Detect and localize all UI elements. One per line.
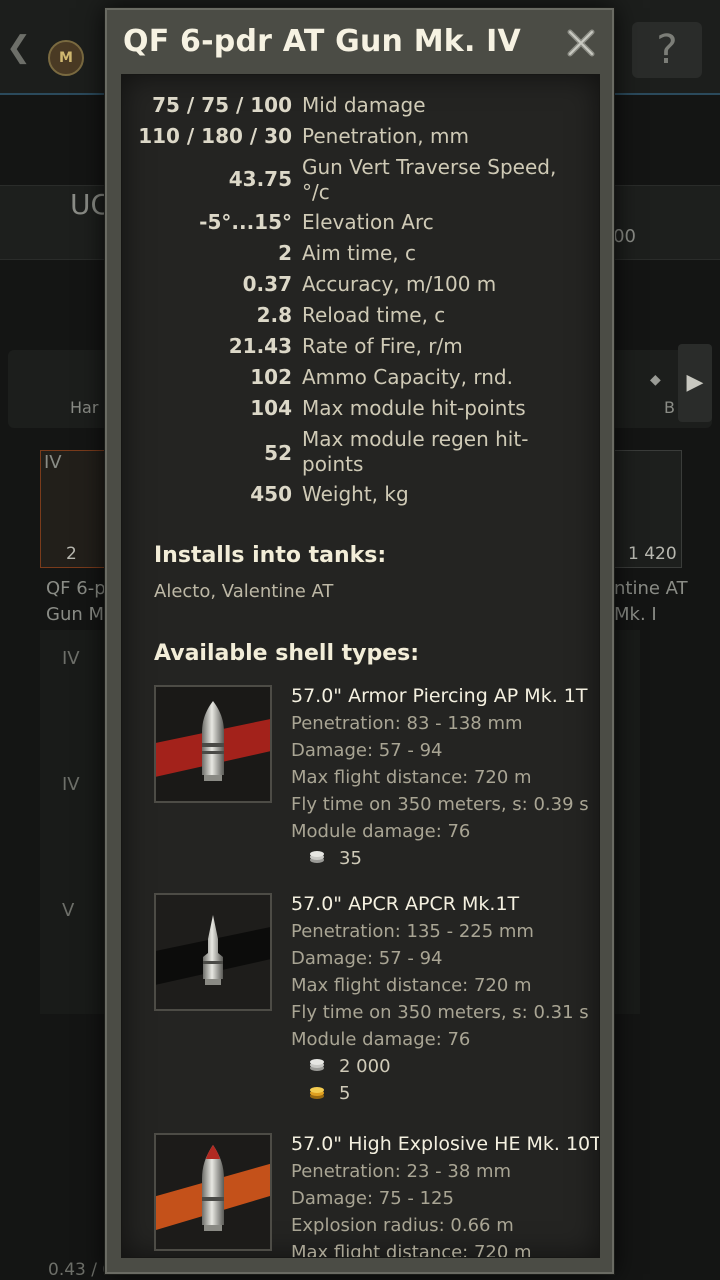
- tab-hangar[interactable]: Har: [70, 398, 98, 417]
- stat-label: Mid damage: [302, 93, 426, 117]
- shell-stat-line: Penetration: 23 - 38 mm: [291, 1161, 512, 1182]
- stat-value: 21.43: [228, 334, 292, 358]
- mastery-badge-icon: M: [48, 40, 84, 76]
- diamond-icon: ◆: [650, 372, 661, 388]
- gold-price: 5: [339, 1083, 351, 1104]
- stat-label: Rate of Fire, r/m: [302, 334, 463, 358]
- stat-value: 2.8: [256, 303, 292, 327]
- shell-stat-line: Max flight distance: 720 m: [291, 975, 532, 996]
- shell-title: 57.0" Armor Piercing AP Mk. 1T: [291, 685, 588, 707]
- silver-price: 35: [339, 848, 362, 869]
- shell-stat-line: Damage: 57 - 94: [291, 948, 443, 969]
- stat-label: Max module hit-points: [302, 396, 526, 420]
- installs-heading: Installs into tanks:: [154, 543, 387, 568]
- shell-stat-line: Max flight distance: 720 m: [291, 767, 532, 788]
- stat-value: 52: [264, 441, 292, 465]
- stat-value: 43.75: [228, 167, 292, 191]
- list-item-tier: V: [62, 900, 75, 921]
- stat-value: 0.37: [242, 272, 292, 296]
- stat-label: Ammo Capacity, rnd.: [302, 365, 513, 389]
- he-shell-icon: [154, 1133, 272, 1251]
- shell-stat-line: Damage: 75 - 125: [291, 1188, 454, 1209]
- apcr-shell-icon: [154, 893, 272, 1011]
- shell-stat-line: Fly time on 350 meters, s: 0.39 s: [291, 794, 589, 815]
- module-card-price-left: 2: [66, 544, 77, 564]
- stat-value: 75 / 75 / 100: [152, 93, 292, 117]
- shell-price-gold: 5: [309, 1083, 350, 1105]
- module-name-line: Mk. I: [614, 604, 657, 625]
- tab-right[interactable]: B: [664, 398, 675, 417]
- stat-label: Weight, kg: [302, 482, 409, 506]
- installs-tank-list: Alecto, Valentine AT: [154, 581, 334, 602]
- shell-stat-line: Explosion radius: 0.66 m: [291, 1215, 514, 1236]
- stat-value: -5°...15°: [199, 210, 292, 234]
- module-card-price-right: 1 420: [628, 544, 677, 564]
- tank-right-value: 00: [613, 226, 636, 247]
- shell-price-silver: 35: [309, 848, 362, 870]
- silver-coin-icon: [309, 849, 325, 870]
- dialog-title: QF 6-pdr AT Gun Mk. IV: [123, 24, 521, 59]
- stat-value: 102: [250, 365, 292, 389]
- shell-price-silver: 2 000: [309, 1056, 391, 1078]
- stat-label: Elevation Arc: [302, 210, 434, 234]
- shell-title: 57.0" APCR APCR Mk.1T: [291, 893, 520, 915]
- stat-label: Accuracy, m/100 m: [302, 272, 497, 296]
- shells-heading: Available shell types:: [154, 641, 420, 666]
- stat-value: 2: [278, 241, 292, 265]
- stat-label: Aim time, c: [302, 241, 416, 265]
- module-card-tier: IV: [44, 452, 62, 473]
- shell-stat-line: Module damage: 76: [291, 821, 471, 842]
- module-card-name-right: ntine AT Mk. I: [614, 576, 688, 628]
- dialog-body[interactable]: 75 / 75 / 100 Mid damage 110 / 180 / 30 …: [121, 74, 600, 1258]
- module-name-line: QF 6-p: [46, 578, 106, 599]
- silver-coin-icon: [309, 1057, 325, 1078]
- stat-label: Max module regen hit-points: [302, 427, 529, 476]
- tabs-next-arrow-icon[interactable]: ▶: [678, 344, 712, 422]
- shell-stat-line: Penetration: 83 - 138 mm: [291, 713, 523, 734]
- silver-price: 2 000: [339, 1056, 391, 1077]
- stat-label: Gun Vert Traverse Speed, °/c: [302, 155, 557, 204]
- shell-stat-line: Damage: 57 - 94: [291, 740, 443, 761]
- shell-title: 57.0" High Explosive HE Mk. 10T: [291, 1133, 600, 1155]
- module-name-line: Gun M: [46, 604, 105, 625]
- module-name-line: ntine AT: [614, 578, 688, 599]
- shell-stat-line: Penetration: 135 - 225 mm: [291, 921, 534, 942]
- stat-label: Reload time, c: [302, 303, 446, 327]
- module-info-dialog: QF 6-pdr AT Gun Mk. IV 75 / 75 / 100 Mid…: [105, 8, 614, 1274]
- list-item-tier: IV: [62, 648, 80, 669]
- module-card-name-left: QF 6-p Gun M: [46, 576, 106, 628]
- stat-value: 450: [250, 482, 292, 506]
- ap-shell-icon: [154, 685, 272, 803]
- shell-stat-line: Max flight distance: 720 m: [291, 1242, 532, 1258]
- stat-value: 110 / 180 / 30: [138, 124, 292, 148]
- stat-label: Penetration, mm: [302, 124, 469, 148]
- shell-stat-line: Fly time on 350 meters, s: 0.31 s: [291, 1002, 589, 1023]
- shell-stat-line: Module damage: 76: [291, 1029, 471, 1050]
- gold-coin-icon: [309, 1084, 325, 1105]
- stat-value: 104: [250, 396, 292, 420]
- close-icon[interactable]: [564, 26, 598, 60]
- back-arrow-icon[interactable]: ❮: [6, 30, 31, 65]
- list-item-tier: IV: [62, 774, 80, 795]
- help-icon[interactable]: ?: [632, 22, 702, 78]
